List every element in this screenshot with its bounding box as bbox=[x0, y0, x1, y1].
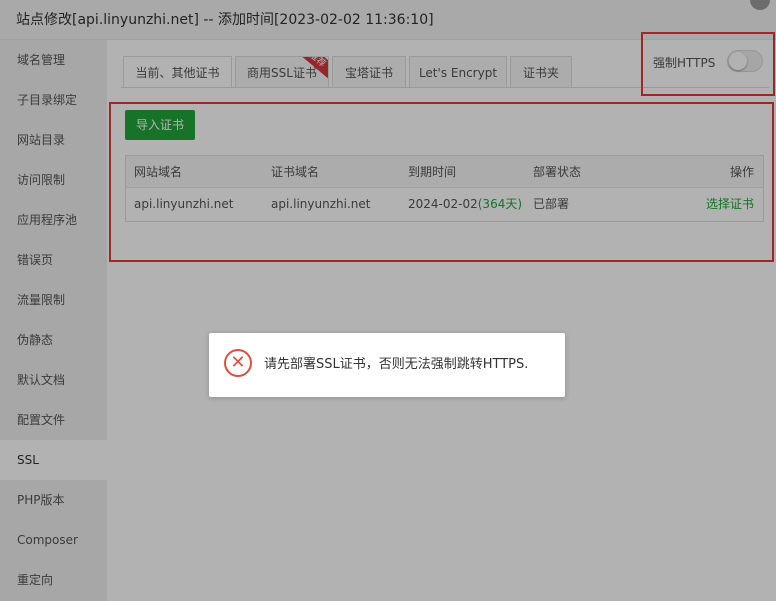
error-message-dialog: ✕ 请先部署SSL证书，否则无法强制跳转HTTPS. bbox=[209, 333, 565, 397]
error-message: 请先部署SSL证书，否则无法强制跳转HTTPS. bbox=[264, 357, 529, 372]
modal-overlay[interactable] bbox=[0, 0, 776, 601]
error-icon: ✕ bbox=[224, 349, 252, 377]
